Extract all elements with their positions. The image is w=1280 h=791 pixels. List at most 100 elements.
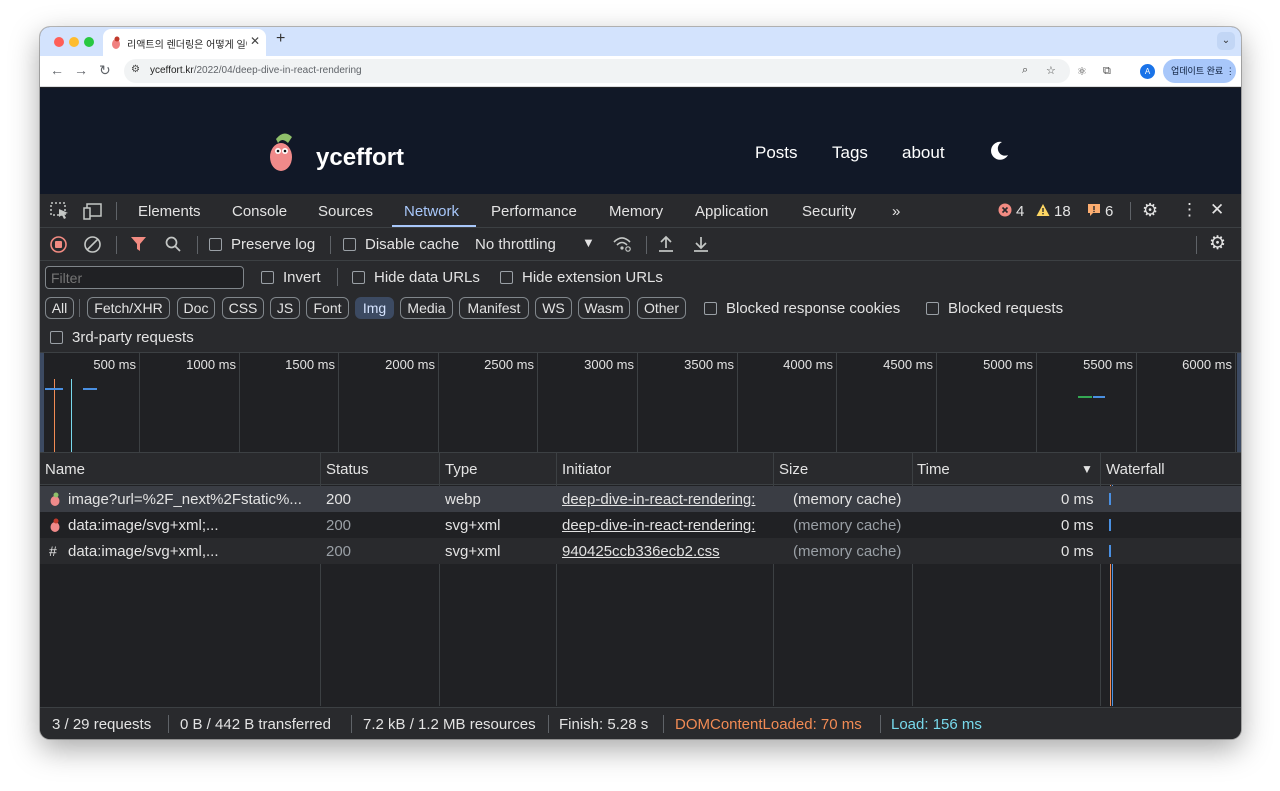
column-header-time[interactable]: Time [917, 461, 950, 478]
network-overview-timeline[interactable]: 500 ms 1000 ms 1500 ms 2000 ms 2500 ms 3… [40, 353, 1241, 453]
blocked-response-cookies-checkbox[interactable] [704, 302, 717, 315]
type-filter-img[interactable]: Img [355, 297, 394, 319]
column-header-status[interactable]: Status [326, 461, 369, 478]
request-bar [1093, 396, 1105, 398]
column-header-waterfall[interactable]: Waterfall [1106, 461, 1165, 478]
type-filter-other[interactable]: Other [637, 297, 686, 319]
request-size: (memory cache) [793, 543, 902, 560]
invert-checkbox[interactable] [261, 271, 274, 284]
new-tab-icon[interactable]: + [276, 30, 285, 48]
tab-sources[interactable]: Sources [318, 203, 373, 220]
load-marker [71, 379, 72, 452]
bookmark-star-icon[interactable]: ☆ [1046, 64, 1056, 77]
nav-link-about[interactable]: about [902, 143, 945, 163]
device-toolbar-icon[interactable] [83, 202, 103, 220]
tab-memory[interactable]: Memory [609, 203, 663, 220]
column-header-size[interactable]: Size [779, 461, 808, 478]
tab-performance[interactable]: Performance [491, 203, 577, 220]
type-filter-wasm[interactable]: Wasm [578, 297, 630, 319]
column-header-name[interactable]: Name [45, 461, 85, 478]
inspect-element-icon[interactable] [50, 202, 70, 220]
extensions-puzzle-icon[interactable]: ⧉ [1103, 65, 1111, 78]
minimize-window-button[interactable] [69, 37, 79, 47]
nav-link-posts[interactable]: Posts [755, 143, 798, 163]
tab-elements[interactable]: Elements [138, 203, 201, 220]
preserve-log-label: Preserve log [231, 236, 316, 253]
devtools-settings-gear-icon[interactable]: ⚙ [1142, 200, 1158, 221]
warning-counter[interactable]: 18 [1036, 203, 1071, 220]
export-har-download-icon[interactable] [693, 235, 709, 253]
tab-application[interactable]: Application [695, 203, 768, 220]
tab-search-icon[interactable]: ⌄ [1217, 32, 1235, 50]
issues-counter[interactable]: 6 [1087, 203, 1113, 220]
throttling-select[interactable]: No throttling [475, 236, 556, 253]
throttling-dropdown-arrow-icon[interactable]: ▼ [582, 235, 595, 250]
blocked-requests-checkbox[interactable] [926, 302, 939, 315]
table-row[interactable]: data:image/svg+xml;... 200 svg+xml deep-… [40, 512, 1241, 538]
clear-icon[interactable] [84, 236, 101, 253]
timeline-gridline [438, 353, 439, 452]
request-type: webp [445, 491, 481, 508]
column-header-initiator[interactable]: Initiator [562, 461, 611, 478]
stop-recording-icon[interactable] [50, 236, 67, 253]
error-counter[interactable]: 4 [998, 203, 1024, 220]
type-filter-css[interactable]: CSS [222, 297, 264, 319]
browser-tab[interactable]: 리액트의 렌더링은 어떻게 일어나는가 ✕ [103, 29, 266, 56]
network-settings-gear-icon[interactable]: ⚙ [1209, 232, 1226, 255]
type-filter-fetch-xhr[interactable]: Fetch/XHR [87, 297, 170, 319]
type-filter-doc[interactable]: Doc [177, 297, 215, 319]
request-initiator-link[interactable]: 940425ccb336ecb2.css [562, 543, 772, 560]
tab-close-icon[interactable]: ✕ [250, 34, 260, 48]
column-header-type[interactable]: Type [445, 461, 478, 478]
address-bar[interactable]: ⚙ yceffort.kr/2022/04/deep-dive-in-react… [124, 59, 1070, 83]
type-filter-media[interactable]: Media [400, 297, 453, 319]
hide-extension-urls-checkbox[interactable] [500, 271, 513, 284]
import-har-upload-icon[interactable] [658, 235, 674, 253]
timeline-range-handle-right[interactable] [1237, 353, 1241, 452]
forward-icon[interactable]: → [74, 62, 88, 78]
resources-size: 7.2 kB / 1.2 MB resources [363, 716, 536, 733]
update-button[interactable]: 업데이트 완료 ⋮ [1163, 59, 1236, 83]
type-filter-font[interactable]: Font [306, 297, 349, 319]
search-icon[interactable] [165, 236, 181, 252]
tab-security[interactable]: Security [802, 203, 856, 220]
dark-mode-moon-icon[interactable] [988, 140, 1010, 162]
profile-avatar[interactable]: A [1140, 64, 1155, 79]
table-row[interactable]: image?url=%2F_next%2Fstatic%... 200 webp… [40, 486, 1241, 512]
sort-descending-icon[interactable]: ▼ [1081, 462, 1093, 476]
more-tabs-chevron-icon[interactable]: » [892, 203, 900, 220]
network-conditions-wifi-icon[interactable] [612, 235, 632, 253]
third-party-requests-checkbox[interactable] [50, 331, 63, 344]
zoom-icon[interactable]: ⌕ [1022, 64, 1028, 77]
disable-cache-checkbox[interactable] [343, 238, 356, 251]
type-filter-ws[interactable]: WS [535, 297, 572, 319]
tab-console[interactable]: Console [232, 203, 287, 220]
devtools-close-icon[interactable]: ✕ [1210, 200, 1224, 220]
devtools-menu-dots-icon[interactable]: ⋮ [1181, 200, 1198, 220]
hide-data-urls-checkbox[interactable] [352, 271, 365, 284]
maximize-window-button[interactable] [84, 37, 94, 47]
timeline-gridline [637, 353, 638, 452]
request-initiator-link[interactable]: deep-dive-in-react-rendering: [562, 491, 772, 508]
close-window-button[interactable] [54, 37, 64, 47]
request-initiator-link[interactable]: deep-dive-in-react-rendering: [562, 517, 772, 534]
timeline-gridline [936, 353, 937, 452]
table-row[interactable]: # data:image/svg+xml,... 200 svg+xml 940… [40, 538, 1241, 564]
site-name[interactable]: yceffort [316, 144, 404, 172]
timeline-gridline [1235, 353, 1236, 452]
filter-input[interactable] [45, 266, 244, 289]
nav-link-tags[interactable]: Tags [832, 143, 868, 163]
site-info-icon[interactable]: ⚙ [131, 64, 145, 78]
type-filter-js[interactable]: JS [270, 297, 300, 319]
react-devtools-extension-icon[interactable]: ⚛ [1077, 65, 1087, 78]
reload-icon[interactable]: ↻ [99, 62, 111, 79]
request-type: svg+xml [445, 543, 501, 560]
type-filter-all[interactable]: All [45, 297, 74, 319]
timeline-range-handle-left[interactable] [40, 353, 44, 452]
site-logo-icon[interactable] [266, 129, 298, 173]
tab-network[interactable]: Network [404, 203, 459, 220]
preserve-log-checkbox[interactable] [209, 238, 222, 251]
back-icon[interactable]: ← [50, 62, 64, 78]
filter-funnel-icon[interactable] [131, 237, 146, 252]
type-filter-manifest[interactable]: Manifest [459, 297, 529, 319]
